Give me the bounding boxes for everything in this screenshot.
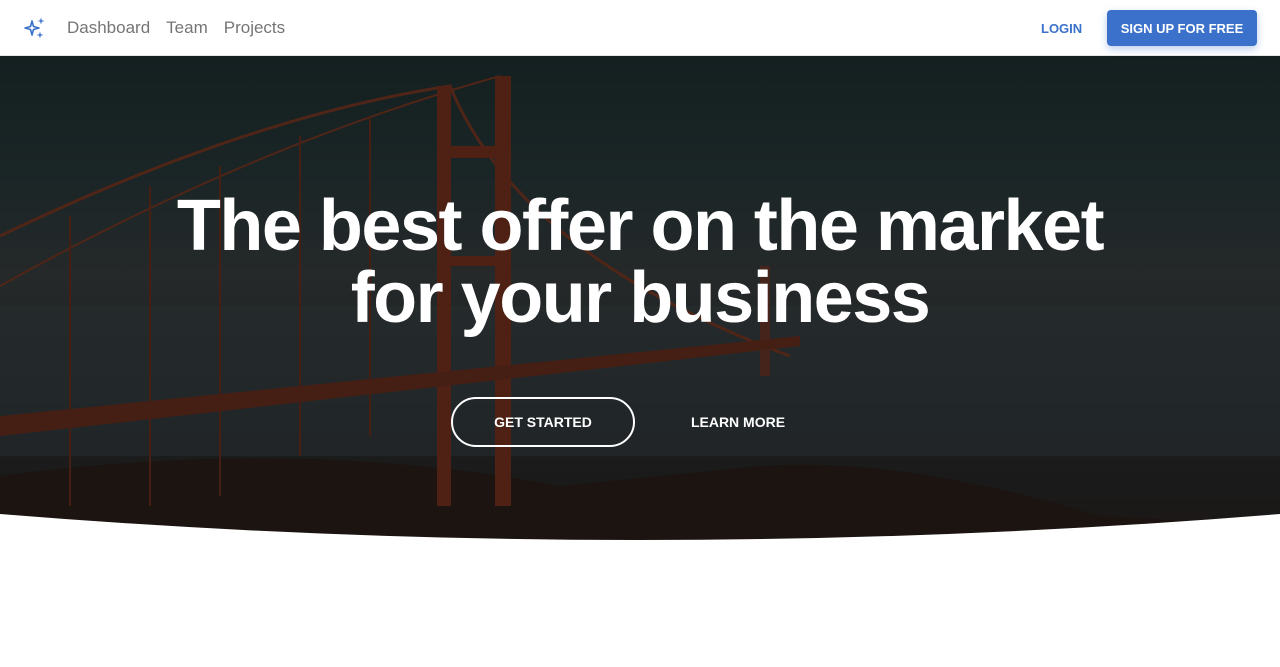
signup-button[interactable]: SIGN UP FOR FREE: [1107, 10, 1257, 46]
sparkles-logo-icon[interactable]: [23, 16, 47, 40]
nav-link-team[interactable]: Team: [166, 18, 208, 38]
learn-more-button[interactable]: LEARN MORE: [680, 397, 796, 447]
get-started-button[interactable]: GET STARTED: [451, 397, 635, 447]
hero-section: The best offer on the market for your bus…: [0, 56, 1280, 546]
hero-title-line2: for your business: [350, 258, 931, 338]
hero-title-line1: The best offer on the market: [176, 186, 1105, 266]
navbar: Dashboard Team Projects LOGIN SIGN UP FO…: [0, 0, 1280, 56]
nav-link-dashboard[interactable]: Dashboard: [67, 18, 150, 38]
login-link[interactable]: LOGIN: [1041, 21, 1082, 36]
hero-title: The best offer on the market for your bus…: [0, 190, 1280, 334]
nav-link-projects[interactable]: Projects: [224, 18, 285, 38]
